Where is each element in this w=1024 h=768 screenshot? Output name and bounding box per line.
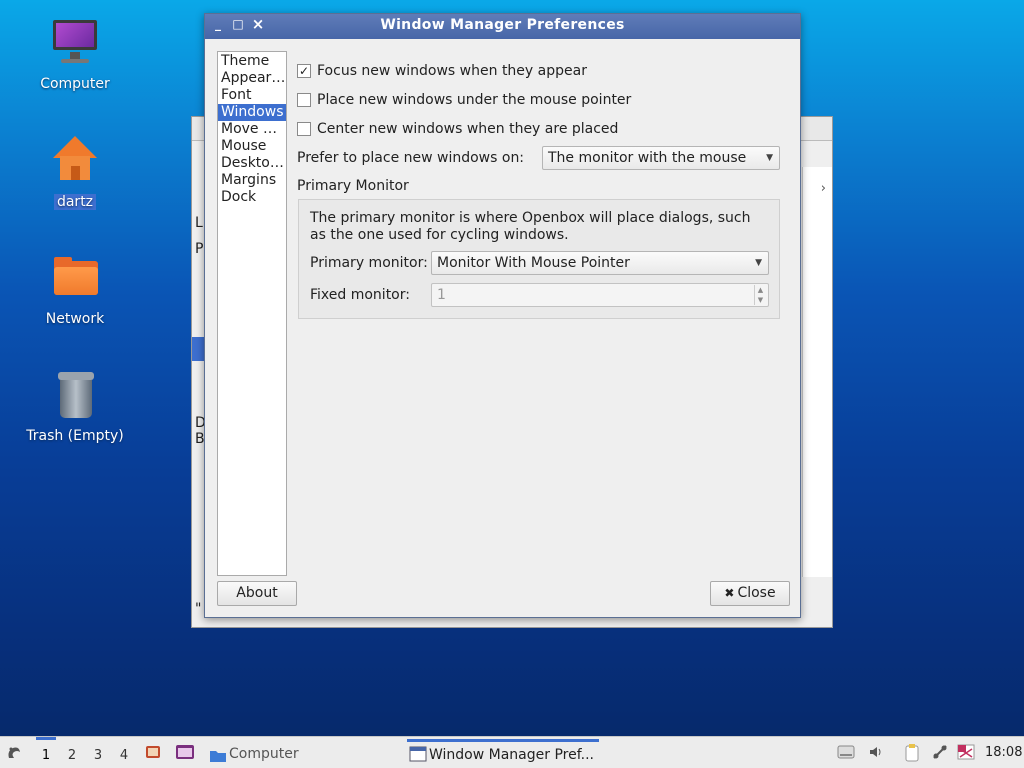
dialog-titlebar[interactable]: _ □ × Window Manager Preferences xyxy=(205,14,800,39)
primary-monitor-heading: Primary Monitor xyxy=(297,178,409,194)
network-folder-icon xyxy=(48,253,102,307)
primary-monitor-value: Monitor With Mouse Pointer xyxy=(437,255,630,271)
task-window-manager-preferences[interactable]: Window Manager Pref... xyxy=(407,739,599,767)
primary-monitor-description: The primary monitor is where Openbox wil… xyxy=(310,210,751,243)
center-new-windows-label: Center new windows when they are placed xyxy=(317,121,619,137)
prefer-place-value: The monitor with the mouse xyxy=(548,150,747,166)
focus-new-windows-option[interactable]: ✓ Focus new windows when they appear xyxy=(297,61,587,81)
close-button[interactable]: ✖ Close xyxy=(710,581,790,606)
primary-monitor-label: Primary monitor: xyxy=(310,255,428,271)
sidebar-item-theme[interactable]: Theme xyxy=(218,53,286,70)
desktop-icon-label: Trash (Empty) xyxy=(26,428,124,444)
category-sidebar: Theme Appearance Font Windows Move & Res… xyxy=(217,51,287,576)
about-button[interactable]: About xyxy=(217,581,297,606)
background-window-pane xyxy=(802,167,832,577)
task-label: Window Manager Pref... xyxy=(429,747,594,763)
sidebar-item-appearance[interactable]: Appearance xyxy=(218,70,286,87)
dropdown-arrow-icon: ▼ xyxy=(766,153,773,163)
dropdown-arrow-icon: ▼ xyxy=(755,258,762,268)
start-menu-icon[interactable] xyxy=(4,743,24,763)
sidebar-item-font[interactable]: Font xyxy=(218,87,286,104)
close-icon: ✖ xyxy=(724,586,735,600)
sidebar-item-margins[interactable]: Margins xyxy=(218,172,286,189)
trash-icon xyxy=(48,370,102,424)
taskbar: 1 2 3 4 Computer Window Manager Pref... … xyxy=(0,736,1024,768)
prefer-place-label: Prefer to place new windows on: xyxy=(297,150,525,166)
terminal-launcher-icon[interactable] xyxy=(175,743,195,763)
sidebar-item-windows[interactable]: Windows xyxy=(218,104,286,121)
fixed-monitor-label: Fixed monitor: xyxy=(310,287,410,303)
focus-new-windows-checkbox[interactable]: ✓ xyxy=(297,64,311,78)
desktop-icon-network[interactable]: Network xyxy=(20,253,130,327)
place-under-mouse-option[interactable]: Place new windows under the mouse pointe… xyxy=(297,90,631,110)
dialog-title: Window Manager Preferences xyxy=(380,17,625,33)
window-icon xyxy=(409,745,427,762)
workspace-4[interactable]: 4 xyxy=(114,737,134,768)
file-manager-launcher-icon[interactable] xyxy=(143,743,163,763)
spinner-arrows-icon[interactable]: ▲ ▼ xyxy=(754,285,766,305)
background-window-selection xyxy=(192,337,204,361)
network-connection-icon[interactable] xyxy=(930,743,950,763)
sidebar-item-desktops[interactable]: Desktops xyxy=(218,155,286,172)
desktop-icon-label: Computer xyxy=(40,76,110,92)
clipboard-icon[interactable] xyxy=(902,743,922,763)
primary-monitor-select[interactable]: Monitor With Mouse Pointer ▼ xyxy=(431,251,769,275)
desktop-icon-label: Network xyxy=(45,311,105,327)
computer-icon xyxy=(48,18,102,72)
folder-icon xyxy=(209,745,226,762)
place-under-mouse-checkbox[interactable] xyxy=(297,93,311,107)
place-under-mouse-label: Place new windows under the mouse pointe… xyxy=(317,92,632,108)
task-label: Computer xyxy=(229,746,299,762)
sidebar-item-mouse[interactable]: Mouse xyxy=(218,138,286,155)
workspace-2[interactable]: 2 xyxy=(62,737,82,768)
sidebar-item-move-resize[interactable]: Move & Resize xyxy=(218,121,286,138)
sidebar-item-dock[interactable]: Dock xyxy=(218,189,286,206)
prefer-place-select[interactable]: The monitor with the mouse ▼ xyxy=(542,146,780,170)
drive-icon[interactable] xyxy=(836,743,856,763)
desktop-icon-home[interactable]: dartz xyxy=(20,136,130,210)
primary-monitor-group: The primary monitor is where Openbox wil… xyxy=(298,199,780,319)
center-new-windows-option[interactable]: Center new windows when they are placed xyxy=(297,119,618,139)
fixed-monitor-value: 1 xyxy=(437,287,446,303)
fixed-monitor-spinner[interactable]: 1 ▲ ▼ xyxy=(431,283,769,307)
update-notifier-icon[interactable] xyxy=(956,743,976,763)
task-computer[interactable]: Computer xyxy=(207,739,397,767)
close-button-label: Close xyxy=(737,585,776,601)
focus-new-windows-label: Focus new windows when they appear xyxy=(317,63,587,79)
chevron-right-icon[interactable]: › xyxy=(821,181,826,196)
desktop-icon-label: dartz xyxy=(53,194,97,210)
window-manager-preferences-dialog: _ □ × Window Manager Preferences Theme A… xyxy=(204,13,801,618)
clock[interactable]: 18:08 xyxy=(985,737,1022,768)
desktop-icon-trash[interactable]: Trash (Empty) xyxy=(20,370,130,444)
volume-icon[interactable] xyxy=(866,743,886,763)
workspace-3[interactable]: 3 xyxy=(88,737,108,768)
background-text-fragment: " xyxy=(195,601,202,617)
home-folder-icon xyxy=(48,136,102,190)
desktop-icon-computer[interactable]: Computer xyxy=(20,18,130,92)
background-text-fragment: P xyxy=(195,241,204,257)
background-text-fragment: L xyxy=(195,215,203,231)
workspace-1[interactable]: 1 xyxy=(36,737,56,768)
center-new-windows-checkbox[interactable] xyxy=(297,122,311,136)
